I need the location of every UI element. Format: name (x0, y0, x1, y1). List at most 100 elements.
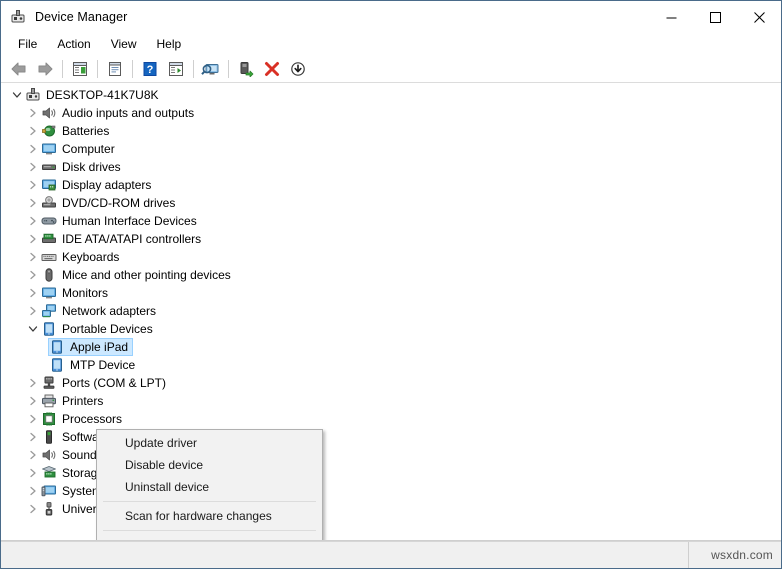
tree-row-apple-ipad[interactable]: Apple iPad (1, 338, 781, 356)
status-bar: wsxdn.com (1, 541, 781, 568)
status-text (1, 542, 688, 568)
tree-row-dvd-cd-rom-drives[interactable]: DVD/CD-ROM drives (1, 194, 781, 212)
tree-row-label: DVD/CD-ROM drives (62, 196, 176, 210)
chevron-right-icon[interactable] (25, 284, 41, 302)
tree-row-label: Portable Devices (62, 322, 153, 336)
chevron-right-icon[interactable] (25, 176, 41, 194)
forward-button[interactable] (32, 57, 58, 81)
system-device-icon (41, 483, 57, 499)
uninstall-device-button[interactable] (259, 57, 285, 81)
chevron-down-icon[interactable] (25, 320, 41, 338)
properties-button[interactable] (102, 57, 128, 81)
tree-row-display-adapters[interactable]: Display adapters (1, 176, 781, 194)
chevron-right-icon[interactable] (25, 248, 41, 266)
tree-row-label: Processors (62, 412, 123, 426)
play-window-button[interactable] (163, 57, 189, 81)
close-button[interactable] (737, 1, 781, 33)
maximize-button[interactable] (693, 1, 737, 33)
tree-row-root[interactable]: DESKTOP-41K7U8K (1, 86, 781, 104)
tree-row-portable-devices[interactable]: Portable Devices (1, 320, 781, 338)
svg-text:?: ? (147, 64, 154, 76)
storage-controller-icon (41, 465, 57, 481)
back-button[interactable] (6, 57, 32, 81)
tree-row-printers[interactable]: Printers (1, 392, 781, 410)
chevron-right-icon[interactable] (25, 230, 41, 248)
help-button[interactable]: ? (137, 57, 163, 81)
tree-row-mice-and-other-pointing-devices[interactable]: Mice and other pointing devices (1, 266, 781, 284)
title-bar[interactable]: Device Manager (1, 1, 781, 33)
ctx-disable-device[interactable]: Disable device (97, 454, 322, 476)
chevron-right-icon[interactable] (25, 194, 41, 212)
chevron-right-icon[interactable] (25, 446, 41, 464)
chevron-right-icon[interactable] (25, 392, 41, 410)
disable-device-button[interactable] (285, 57, 311, 81)
mouse-icon (41, 267, 57, 283)
tree-row-mtp-device[interactable]: MTP Device (1, 356, 781, 374)
tree-row-human-interface-devices[interactable]: Human Interface Devices (1, 212, 781, 230)
ctx-update-driver[interactable]: Update driver (97, 432, 322, 454)
scan-hardware-changes-button[interactable] (198, 57, 224, 81)
chevron-right-icon[interactable] (25, 428, 41, 446)
tree-row-audio-inputs-and-outputs[interactable]: Audio inputs and outputs (1, 104, 781, 122)
portable-device-icon (49, 357, 65, 373)
chevron-right-icon[interactable] (25, 140, 41, 158)
device-manager-window: Device Manager File Action View Help ? D… (0, 0, 782, 569)
ctx-scan-hardware-changes[interactable]: Scan for hardware changes (97, 505, 322, 527)
update-driver-button[interactable] (233, 57, 259, 81)
ctx-properties[interactable]: Properties (97, 534, 322, 540)
tree-row-label: Batteries (62, 124, 110, 138)
tree-row-label: Printers (62, 394, 104, 408)
tree-row-keyboards[interactable]: Keyboards (1, 248, 781, 266)
menu-action[interactable]: Action (47, 35, 100, 53)
tree-row-computer[interactable]: Computer (1, 140, 781, 158)
tree-row-network-adapters[interactable]: Network adapters (1, 302, 781, 320)
toolbar-separator-3 (132, 59, 133, 78)
tree-row-ide-ata-atapi-controllers[interactable]: IDE ATA/ATAPI controllers (1, 230, 781, 248)
tree-row-label: Display adapters (62, 178, 152, 192)
chevron-right-icon[interactable] (25, 158, 41, 176)
portable-device-icon (49, 339, 65, 355)
keyboard-icon (41, 249, 57, 265)
minimize-button[interactable] (649, 1, 693, 33)
tree-row-label: Disk drives (62, 160, 121, 174)
tree-row-label: Mice and other pointing devices (62, 268, 231, 282)
chevron-right-icon[interactable] (25, 410, 41, 428)
menu-help[interactable]: Help (147, 35, 192, 53)
chevron-right-icon[interactable] (25, 464, 41, 482)
dvd-drive-icon (41, 195, 57, 211)
monitor-icon (41, 141, 57, 157)
chevron-right-icon[interactable] (25, 500, 41, 518)
toolbar: ? (1, 55, 781, 83)
chevron-down-icon[interactable] (9, 86, 25, 104)
device-tree-panel[interactable]: DESKTOP-41K7U8K Audio inputs and outputs (1, 83, 781, 541)
chevron-right-icon[interactable] (25, 122, 41, 140)
chevron-right-icon[interactable] (25, 302, 41, 320)
chevron-right-icon[interactable] (25, 374, 41, 392)
menu-view[interactable]: View (101, 35, 147, 53)
tree-row-disk-drives[interactable]: Disk drives (1, 158, 781, 176)
tree-row-label: Network adapters (62, 304, 157, 318)
chevron-right-icon[interactable] (25, 104, 41, 122)
chevron-right-icon[interactable] (25, 212, 41, 230)
processor-icon (41, 411, 57, 427)
chevron-right-icon[interactable] (25, 266, 41, 284)
show-hide-console-tree-button[interactable] (67, 57, 93, 81)
menu-file[interactable]: File (8, 35, 47, 53)
context-menu-separator (103, 530, 316, 531)
tree-row-processors[interactable]: Processors (1, 410, 781, 428)
tree-row-monitors[interactable]: Monitors (1, 284, 781, 302)
tree-row-ports[interactable]: Ports (COM & LPT) (1, 374, 781, 392)
toolbar-separator-4 (193, 59, 194, 78)
device-manager-icon (9, 8, 27, 26)
tree-row-label: Computer (62, 142, 115, 156)
selection-highlight: Apple iPad (48, 338, 134, 356)
ctx-uninstall-device[interactable]: Uninstall device (97, 476, 322, 498)
chevron-right-icon[interactable] (25, 482, 41, 500)
watermark: wsxdn.com (711, 548, 773, 562)
battery-icon (41, 123, 57, 139)
tree-row-batteries[interactable]: Batteries (1, 122, 781, 140)
printer-icon (41, 393, 57, 409)
tree-row-label: DESKTOP-41K7U8K (46, 88, 159, 102)
software-device-icon (41, 429, 57, 445)
window-title: Device Manager (35, 10, 128, 24)
